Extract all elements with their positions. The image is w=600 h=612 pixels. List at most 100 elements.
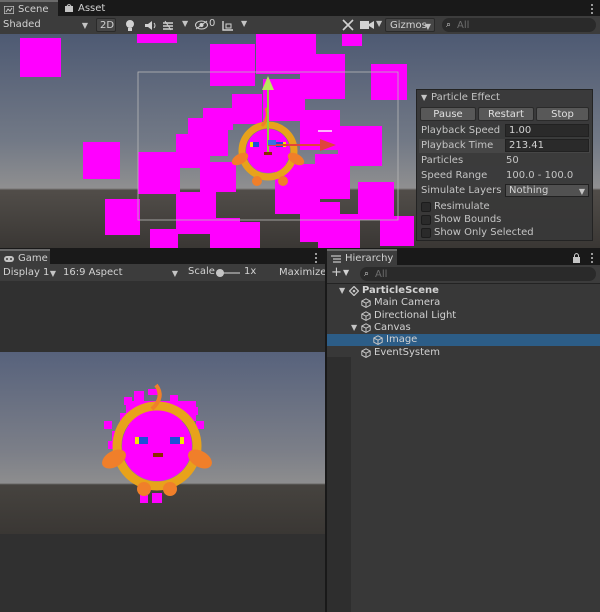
chevron-down-icon: ▼ xyxy=(424,22,431,31)
particles-label: Particles xyxy=(421,155,464,166)
hierarchy-search-input[interactable]: ⌕ All xyxy=(360,267,596,281)
hierarchy-item-image[interactable]: Image xyxy=(327,334,600,347)
particle-effect-header[interactable]: ▼ Particle Effect xyxy=(419,91,590,105)
scale-slider-thumb[interactable] xyxy=(216,269,224,277)
restart-button[interactable]: Restart xyxy=(478,107,534,121)
scale-label: Scale xyxy=(188,266,215,277)
simulate-layers-value: Nothing xyxy=(509,185,549,196)
shading-mode-dropdown[interactable]: Shaded ▼ xyxy=(3,17,91,32)
particles-value: 50 xyxy=(506,155,519,166)
aspect-label: 16:9 Aspect xyxy=(63,267,123,278)
hierarchy-item-label: EventSystem xyxy=(374,346,440,358)
tab-scene-label: Scene xyxy=(18,4,49,15)
speed-range-row: Speed Range 100.0 - 100.0 xyxy=(419,169,590,183)
gameobject-cube-icon xyxy=(373,335,383,346)
tab-scene[interactable]: Scene xyxy=(0,0,58,17)
resimulate-label: Resimulate xyxy=(434,201,490,212)
show-only-selected-label: Show Only Selected xyxy=(434,227,534,238)
search-icon: ⌕ xyxy=(364,269,370,279)
playback-time-label: Playback Time xyxy=(421,140,494,151)
gizmos-dropdown[interactable]: Gizmos ▼ xyxy=(385,18,435,32)
speed-range-value: 100.0 - 100.0 xyxy=(506,170,574,181)
stop-button[interactable]: Stop xyxy=(536,107,589,121)
toggle-2d-label: 2D xyxy=(100,20,115,31)
audio-toggle-icon[interactable] xyxy=(144,20,157,31)
hierarchy-item-label: Image xyxy=(386,334,418,346)
game-viewport[interactable] xyxy=(0,281,325,612)
show-bounds-row: Show Bounds xyxy=(419,213,590,227)
gameobject-cube-icon xyxy=(361,347,371,358)
particle-effect-panel: ▼ Particle Effect Pause Restart Stop Pla… xyxy=(416,89,593,241)
scale-slider[interactable] xyxy=(216,269,240,277)
camera-icon[interactable] xyxy=(360,20,374,30)
scene-visibility-icon[interactable] xyxy=(195,20,208,30)
toggle-2d-button[interactable]: 2D xyxy=(96,18,116,32)
tools-icon[interactable] xyxy=(342,19,354,31)
maximize-on-play-button[interactable]: Maximize O xyxy=(279,265,325,280)
show-only-selected-checkbox[interactable] xyxy=(421,228,431,238)
show-bounds-label: Show Bounds xyxy=(434,214,502,225)
collapse-triangle-icon[interactable]: ▼ xyxy=(421,91,427,105)
hierarchy-panel: + ▼ ⌕ All ▼ ParticleScene Main Camera Direc… xyxy=(327,265,600,612)
search-icon: ⌕ xyxy=(446,20,452,30)
resimulate-checkbox[interactable] xyxy=(421,202,431,212)
grid-toggle-icon[interactable] xyxy=(222,20,234,31)
tab-asset-store[interactable]: Asset Store xyxy=(60,0,135,31)
hierarchy-item-particlescene[interactable]: ▼ ParticleScene xyxy=(327,285,600,297)
effects-toggle-icon[interactable] xyxy=(162,20,174,31)
playback-time-field[interactable]: 213.41 xyxy=(505,139,589,152)
hierarchy-toolbar: + ▼ ⌕ All xyxy=(327,265,600,284)
playback-speed-label: Playback Speed xyxy=(421,125,501,136)
hierarchy-item-canvas[interactable]: ▼ Canvas xyxy=(327,322,600,334)
lighting-toggle-icon[interactable] xyxy=(124,19,136,32)
hidden-objects-count: 0 xyxy=(209,18,216,29)
chevron-down-icon: ▼ xyxy=(171,269,178,278)
expand-triangle-icon[interactable]: ▼ xyxy=(339,285,345,297)
particle-effect-title: Particle Effect xyxy=(431,92,500,103)
aspect-dropdown[interactable]: 16:9 Aspect ▼ xyxy=(63,265,181,280)
hierarchy-item-eventsystem[interactable]: EventSystem xyxy=(327,347,600,359)
camera-dropdown-arrow-icon[interactable]: ▼ xyxy=(376,19,382,28)
tab-hierarchy[interactable]: Hierarchy xyxy=(327,249,397,266)
unity-scene-icon xyxy=(349,286,359,296)
simulate-layers-row: Simulate Layers Nothing ▼ xyxy=(419,184,590,198)
gizmos-label: Gizmos xyxy=(390,20,427,31)
lock-icon[interactable] xyxy=(572,252,581,263)
chevron-down-icon: ▼ xyxy=(343,268,350,277)
game-menu-icon[interactable] xyxy=(315,253,318,264)
maximize-label: Maximize O xyxy=(279,267,325,278)
scene-viewport[interactable]: ▼ Particle Effect Pause Restart Stop Pla… xyxy=(0,34,600,248)
simulate-layers-dropdown[interactable]: Nothing ▼ xyxy=(505,184,589,197)
hierarchy-scrollbar[interactable] xyxy=(327,357,351,612)
effects-dropdown-arrow-icon[interactable]: ▼ xyxy=(182,19,188,28)
scene-menu-icon[interactable] xyxy=(591,4,594,15)
hierarchy-item-directional-light[interactable]: Directional Light xyxy=(327,310,600,322)
expand-triangle-icon[interactable]: ▼ xyxy=(351,322,357,334)
scene-search-input[interactable]: ⌕ All xyxy=(442,18,596,32)
game-render xyxy=(0,281,325,612)
grid-dropdown-arrow-icon[interactable]: ▼ xyxy=(241,19,247,28)
show-bounds-checkbox[interactable] xyxy=(421,215,431,225)
speed-range-label: Speed Range xyxy=(421,170,488,181)
hierarchy-menu-icon[interactable] xyxy=(591,253,594,264)
letterbox-top xyxy=(0,281,325,352)
hierarchy-list-icon xyxy=(331,255,341,263)
game-controller-icon xyxy=(4,256,14,262)
chevron-down-icon: ▼ xyxy=(81,21,88,30)
create-button[interactable]: + ▼ xyxy=(331,266,351,281)
playback-speed-field[interactable]: 1.00 xyxy=(505,124,589,137)
chevron-down-icon: ▼ xyxy=(49,269,56,278)
hierarchy-tab-bar: Hierarchy xyxy=(327,249,600,266)
hierarchy-item-label: Canvas xyxy=(374,321,411,333)
scene-search-placeholder: All xyxy=(457,20,470,31)
scale-value: 1x xyxy=(244,266,257,277)
display-dropdown[interactable]: Display 1 ▼ xyxy=(3,265,59,280)
hierarchy-item-label: Directional Light xyxy=(374,309,457,321)
scene-toolbar: Shaded ▼ 2D ▼ 0 ▼ ▼ Gizmos ▼ ⌕ All xyxy=(0,16,600,35)
asset-store-icon xyxy=(65,4,73,12)
shading-mode-label: Shaded xyxy=(3,19,41,30)
pause-button[interactable]: Pause xyxy=(420,107,476,121)
gameobject-cube-icon xyxy=(361,310,371,321)
show-only-selected-row: Show Only Selected xyxy=(419,226,590,240)
hierarchy-item-main-camera[interactable]: Main Camera xyxy=(327,297,600,309)
